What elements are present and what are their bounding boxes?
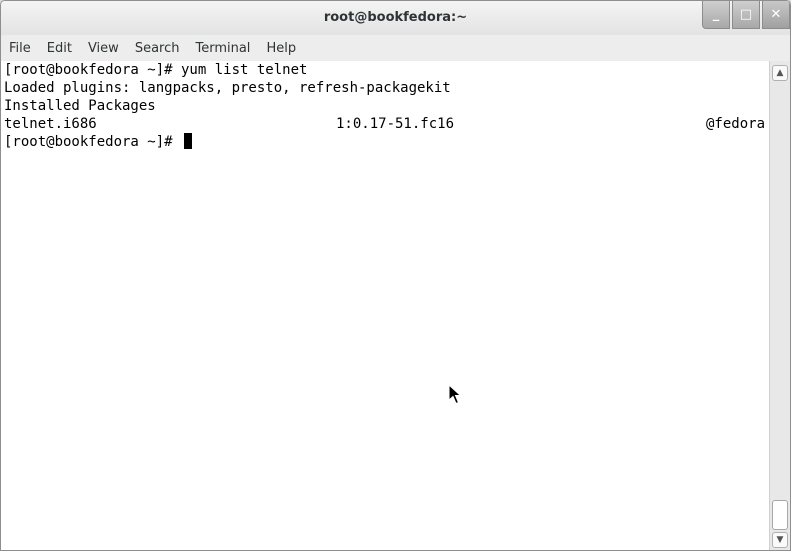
shell-prompt: [root@bookfedora ~]# — [4, 134, 182, 150]
mouse-pointer-icon — [448, 384, 462, 405]
terminal-prompt-line: [root@bookfedora ~]# — [1, 133, 769, 151]
menu-file[interactable]: File — [9, 41, 31, 56]
terminal-line-command: [root@bookfedora ~]# yum list telnet — [4, 62, 308, 78]
menu-terminal[interactable]: Terminal — [195, 41, 250, 56]
menu-bar: File Edit View Search Terminal Help — [1, 35, 790, 61]
minimize-button[interactable]: _ — [702, 1, 730, 29]
terminal-line-installed-header: Installed Packages — [4, 98, 156, 114]
close-button[interactable]: ✕ — [762, 1, 790, 29]
maximize-icon: □ — [739, 7, 753, 22]
title-bar[interactable]: root@bookfedora:~ _ □ ✕ — [1, 1, 790, 35]
terminal-line-plugins: Loaded plugins: langpacks, presto, refre… — [4, 80, 451, 96]
terminal-window: root@bookfedora:~ _ □ ✕ File Edit View S… — [0, 0, 791, 551]
chevron-down-icon: ▼ — [776, 535, 784, 545]
menu-view[interactable]: View — [88, 41, 119, 56]
text-cursor — [184, 133, 193, 149]
minimize-icon: _ — [712, 7, 720, 22]
scroll-up-button[interactable]: ▲ — [772, 65, 788, 81]
window-controls: _ □ ✕ — [700, 1, 790, 29]
menu-search[interactable]: Search — [135, 41, 180, 56]
package-version: 1:0.17-51.fc16 — [336, 116, 455, 132]
menu-help[interactable]: Help — [266, 41, 296, 56]
maximize-button[interactable]: □ — [732, 1, 760, 29]
package-repo: @fedora — [706, 116, 766, 132]
package-row: telnet.i686 1:0.17-51.fc16 @fedora — [1, 115, 769, 133]
vertical-scrollbar[interactable]: ▲ ▼ — [769, 61, 790, 550]
scrollbar-thumb[interactable] — [772, 500, 788, 530]
close-icon: ✕ — [770, 7, 782, 22]
chevron-up-icon: ▲ — [776, 68, 784, 78]
package-name: telnet.i686 — [4, 116, 97, 132]
terminal-output[interactable]: [root@bookfedora ~]# yum list telnet Loa… — [1, 61, 769, 550]
menu-edit[interactable]: Edit — [47, 41, 72, 56]
window-title: root@bookfedora:~ — [323, 10, 468, 25]
scroll-down-button[interactable]: ▼ — [772, 532, 788, 548]
